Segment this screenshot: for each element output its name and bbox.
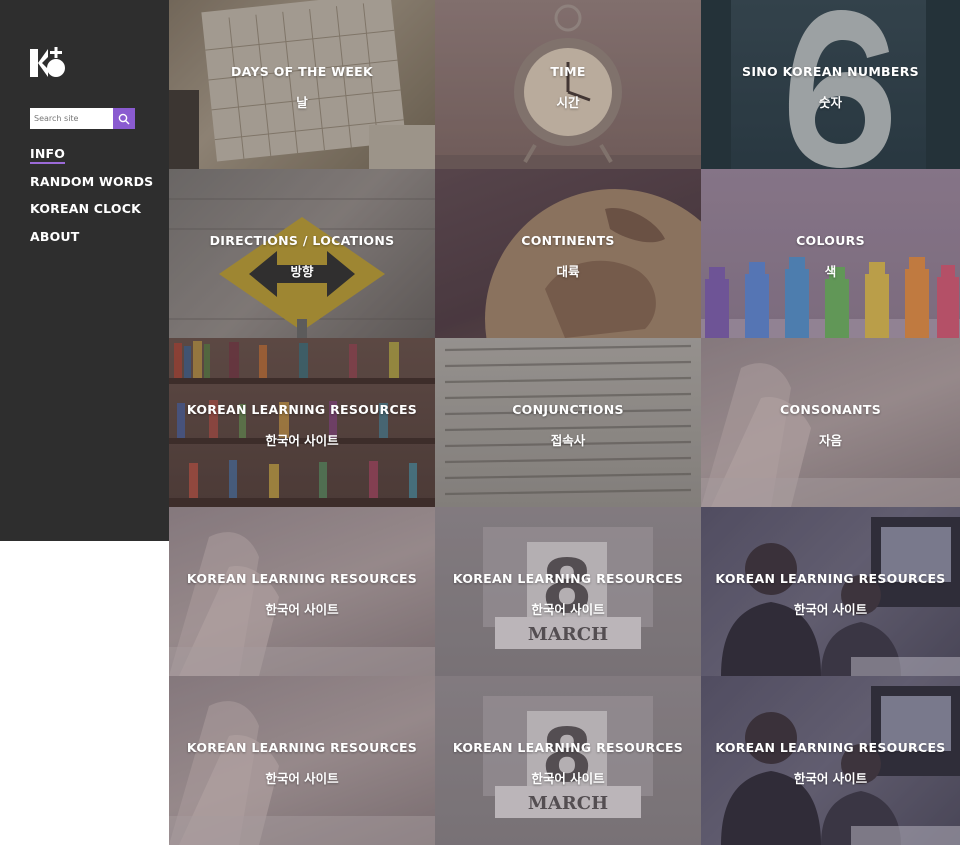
tile-title: CONJUNCTIONS bbox=[512, 402, 624, 417]
tile-overlay bbox=[435, 338, 701, 507]
tile-title: KOREAN LEARNING RESOURCES bbox=[186, 740, 418, 755]
tile-subtitle: 날 bbox=[296, 95, 308, 110]
tile-overlay bbox=[435, 676, 701, 845]
search-input[interactable] bbox=[30, 108, 113, 129]
tile-overlay bbox=[435, 169, 701, 338]
tile-korean-learning-resources[interactable]: KOREAN LEARNING RESOURCES 한국어 사이트 bbox=[169, 338, 435, 507]
tile-subtitle: 한국어 사이트 bbox=[531, 602, 605, 617]
tile-colours[interactable]: COLOURS 색 bbox=[701, 169, 960, 338]
tile-subtitle: 대륙 bbox=[556, 264, 580, 279]
tile-title: COLOURS bbox=[796, 233, 865, 248]
tile-overlay bbox=[701, 507, 960, 676]
tile-overlay bbox=[435, 0, 701, 169]
nav-item-info[interactable]: INFO bbox=[30, 146, 153, 174]
tile-subtitle: 한국어 사이트 bbox=[531, 771, 605, 786]
tile-subtitle: 한국어 사이트 bbox=[265, 433, 339, 448]
topic-grid: DAYS OF THE WEEK 날 TIME 시간 SINO KOREAN N… bbox=[169, 0, 960, 845]
tile-continents[interactable]: CONTINENTS 대륙 bbox=[435, 169, 701, 338]
tile-days-of-week[interactable]: DAYS OF THE WEEK 날 bbox=[169, 0, 435, 169]
nav-item-about[interactable]: ABOUT bbox=[30, 229, 153, 257]
tile-title: KOREAN LEARNING RESOURCES bbox=[715, 571, 946, 586]
tile-overlay bbox=[169, 0, 435, 169]
tile-korean-learning-resources[interactable]: 8 MARCH KOREAN LEARNING RESOURCES 한국어 사이… bbox=[435, 507, 701, 676]
main-nav: INFO RANDOM WORDS KOREAN CLOCK ABOUT bbox=[30, 146, 153, 256]
tile-title: CONSONANTS bbox=[779, 402, 882, 417]
tile-time[interactable]: TIME 시간 bbox=[435, 0, 701, 169]
tile-title: KOREAN LEARNING RESOURCES bbox=[452, 571, 684, 586]
tile-consonants[interactable]: CONSONANTS 자음 bbox=[701, 338, 960, 507]
search-icon bbox=[118, 113, 130, 124]
tile-subtitle: 한국어 사이트 bbox=[793, 771, 868, 786]
search-button[interactable] bbox=[113, 108, 135, 129]
tile-title: DAYS OF THE WEEK bbox=[230, 64, 373, 79]
tile-title: KOREAN LEARNING RESOURCES bbox=[186, 402, 418, 417]
logo-icon[interactable] bbox=[30, 47, 66, 79]
tile-overlay bbox=[701, 169, 960, 338]
tile-overlay bbox=[701, 0, 960, 169]
tile-subtitle: 방향 bbox=[290, 264, 314, 279]
nav-item-random-words[interactable]: RANDOM WORDS bbox=[30, 174, 153, 202]
tile-sino-korean-numbers[interactable]: SINO KOREAN NUMBERS 숫자 bbox=[701, 0, 960, 169]
tile-subtitle: 접속사 bbox=[550, 433, 586, 448]
tile-korean-learning-resources[interactable]: KOREAN LEARNING RESOURCES 한국어 사이트 bbox=[169, 507, 435, 676]
tile-korean-learning-resources[interactable]: KOREAN LEARNING RESOURCES 한국어 사이트 bbox=[701, 507, 960, 676]
tile-directions[interactable]: DIRECTIONS / LOCATIONS 방향 bbox=[169, 169, 435, 338]
tile-title: TIME bbox=[550, 64, 586, 79]
tile-overlay bbox=[169, 507, 435, 676]
tile-title: DIRECTIONS / LOCATIONS bbox=[209, 233, 395, 248]
tile-subtitle: 한국어 사이트 bbox=[265, 771, 339, 786]
tile-subtitle: 한국어 사이트 bbox=[265, 602, 339, 617]
tile-conjunctions[interactable]: CONJUNCTIONS 접속사 bbox=[435, 338, 701, 507]
tile-korean-learning-resources[interactable]: KOREAN LEARNING RESOURCES 한국어 사이트 bbox=[169, 676, 435, 845]
tile-title: CONTINENTS bbox=[521, 233, 615, 248]
tile-overlay bbox=[169, 169, 435, 338]
tile-subtitle: 색 bbox=[824, 264, 837, 279]
tile-overlay bbox=[435, 507, 701, 676]
sidebar: INFO RANDOM WORDS KOREAN CLOCK ABOUT bbox=[0, 0, 169, 541]
search-form bbox=[30, 108, 135, 129]
tile-title: KOREAN LEARNING RESOURCES bbox=[452, 740, 684, 755]
tile-subtitle: 한국어 사이트 bbox=[793, 602, 868, 617]
tile-korean-learning-resources[interactable]: 8 MARCH KOREAN LEARNING RESOURCES 한국어 사이… bbox=[435, 676, 701, 845]
tile-korean-learning-resources[interactable]: KOREAN LEARNING RESOURCES 한국어 사이트 bbox=[701, 676, 960, 845]
tile-subtitle: 시간 bbox=[556, 95, 580, 110]
tile-overlay bbox=[701, 676, 960, 845]
tile-subtitle: 숫자 bbox=[818, 95, 842, 110]
tile-overlay bbox=[169, 676, 435, 845]
tile-overlay bbox=[169, 338, 435, 507]
tile-title: SINO KOREAN NUMBERS bbox=[742, 64, 919, 79]
tile-title: KOREAN LEARNING RESOURCES bbox=[715, 740, 946, 755]
tile-subtitle: 자음 bbox=[818, 433, 842, 448]
tile-overlay bbox=[701, 338, 960, 507]
tile-title: KOREAN LEARNING RESOURCES bbox=[186, 571, 418, 586]
nav-item-korean-clock[interactable]: KOREAN CLOCK bbox=[30, 201, 153, 229]
